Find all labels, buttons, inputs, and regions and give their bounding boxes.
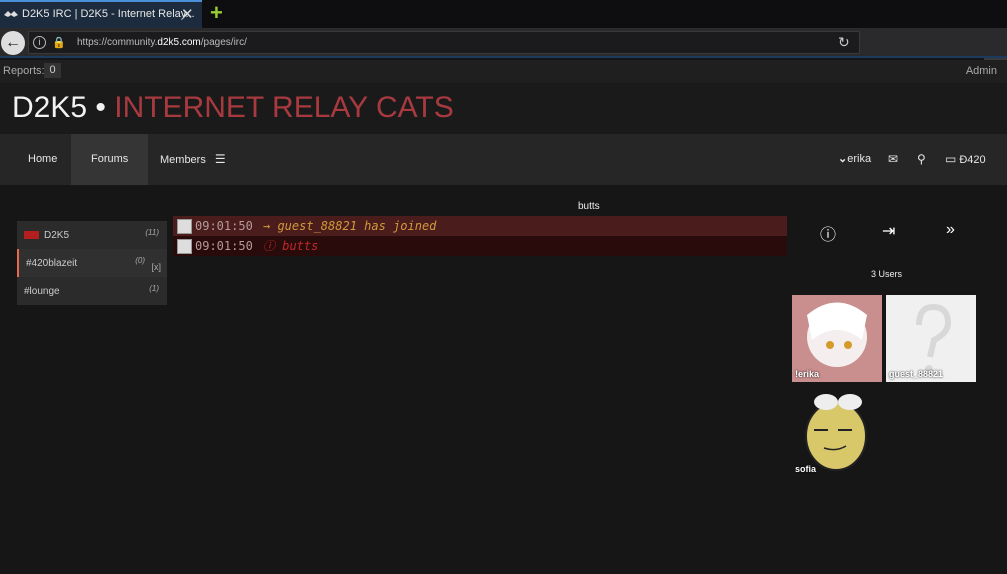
reports-count-badge[interactable]: 0 (44, 63, 61, 78)
nav-forums[interactable]: Forums (71, 134, 149, 185)
site-title[interactable]: D2K5 • INTERNET RELAY CATS (12, 91, 454, 125)
close-channel-button[interactable]: [x] (151, 262, 161, 272)
message-row: 09:01:50 ⓘ butts (173, 236, 787, 256)
site-info-icon[interactable]: i (33, 36, 46, 49)
leave-channel-icon[interactable]: ⇥ (882, 221, 895, 241)
main-nav: Home Forums Members ☰ ⌄erika ✉ ⚲ ▭ Đ420 (0, 134, 1007, 185)
admin-link[interactable]: Admin (966, 65, 997, 77)
new-tab-icon[interactable]: + (210, 2, 223, 24)
nav-balance[interactable]: ▭ Đ420 (931, 134, 1000, 185)
chevron-down-icon: ⌄ (838, 153, 848, 165)
nav-members[interactable]: Members ☰ (146, 134, 240, 185)
back-button[interactable]: ← (1, 31, 25, 55)
list-menu-icon: ☰ (214, 152, 226, 166)
browser-tab[interactable]: D2K5 IRC | D2K5 - Internet Relay... ✕ (0, 0, 202, 28)
browser-toolbar: ← i 🔒 https://community.d2k5.com/pages/i… (0, 28, 1007, 84)
address-bar[interactable]: i 🔒 https://community.d2k5.com/pages/irc… (28, 31, 860, 54)
reload-icon[interactable]: ↻ (838, 34, 850, 51)
channel-item-420blazeit[interactable]: #420blazeit (0) [x] (17, 249, 167, 277)
channel-item-d2k5[interactable]: D2K5 (11) (17, 221, 167, 249)
site-banner: D2K5 • INTERNET RELAY CATS (0, 83, 1007, 134)
double-chevron-right-icon[interactable]: » (946, 221, 955, 239)
credit-card-icon: ▭ (945, 152, 957, 166)
site-tagline: INTERNET RELAY CATS (114, 91, 454, 124)
lock-icon[interactable]: 🔒 (52, 36, 66, 49)
message-row: 09:01:50 → guest_88821 has joined (173, 216, 787, 236)
channel-list: D2K5 (11) #420blazeit (0) [x] #lounge (1… (17, 221, 167, 305)
tab-title: D2K5 IRC | D2K5 - Internet Relay... (22, 8, 195, 20)
user-card-guest[interactable]: guest_88821 (886, 295, 976, 382)
user-card-sofia[interactable]: sofia (792, 390, 882, 477)
close-tab-icon[interactable]: ✕ (181, 5, 194, 23)
site-favicon-icon (4, 11, 18, 17)
channel-item-lounge[interactable]: #lounge (1) (17, 277, 167, 305)
info-icon[interactable]: ⓘ (820, 221, 836, 245)
channel-title: butts (578, 201, 600, 212)
nav-home[interactable]: Home (14, 134, 71, 185)
browser-tab-bar: D2K5 IRC | D2K5 - Internet Relay... ✕ + (0, 0, 1007, 28)
d2k5-logo-icon (24, 231, 39, 240)
url-text: https://community.d2k5.com/pages/irc/ (77, 37, 247, 48)
users-count: 3 Users (871, 269, 903, 279)
avatar (177, 239, 192, 254)
reports-label: Reports: (3, 65, 45, 77)
avatar (177, 219, 192, 234)
user-card-erika[interactable]: !erika (792, 295, 882, 382)
reports-bar: Reports: 0 Admin (0, 60, 1007, 83)
message-log: 09:01:50 → guest_88821 has joined 09:01:… (173, 216, 787, 256)
